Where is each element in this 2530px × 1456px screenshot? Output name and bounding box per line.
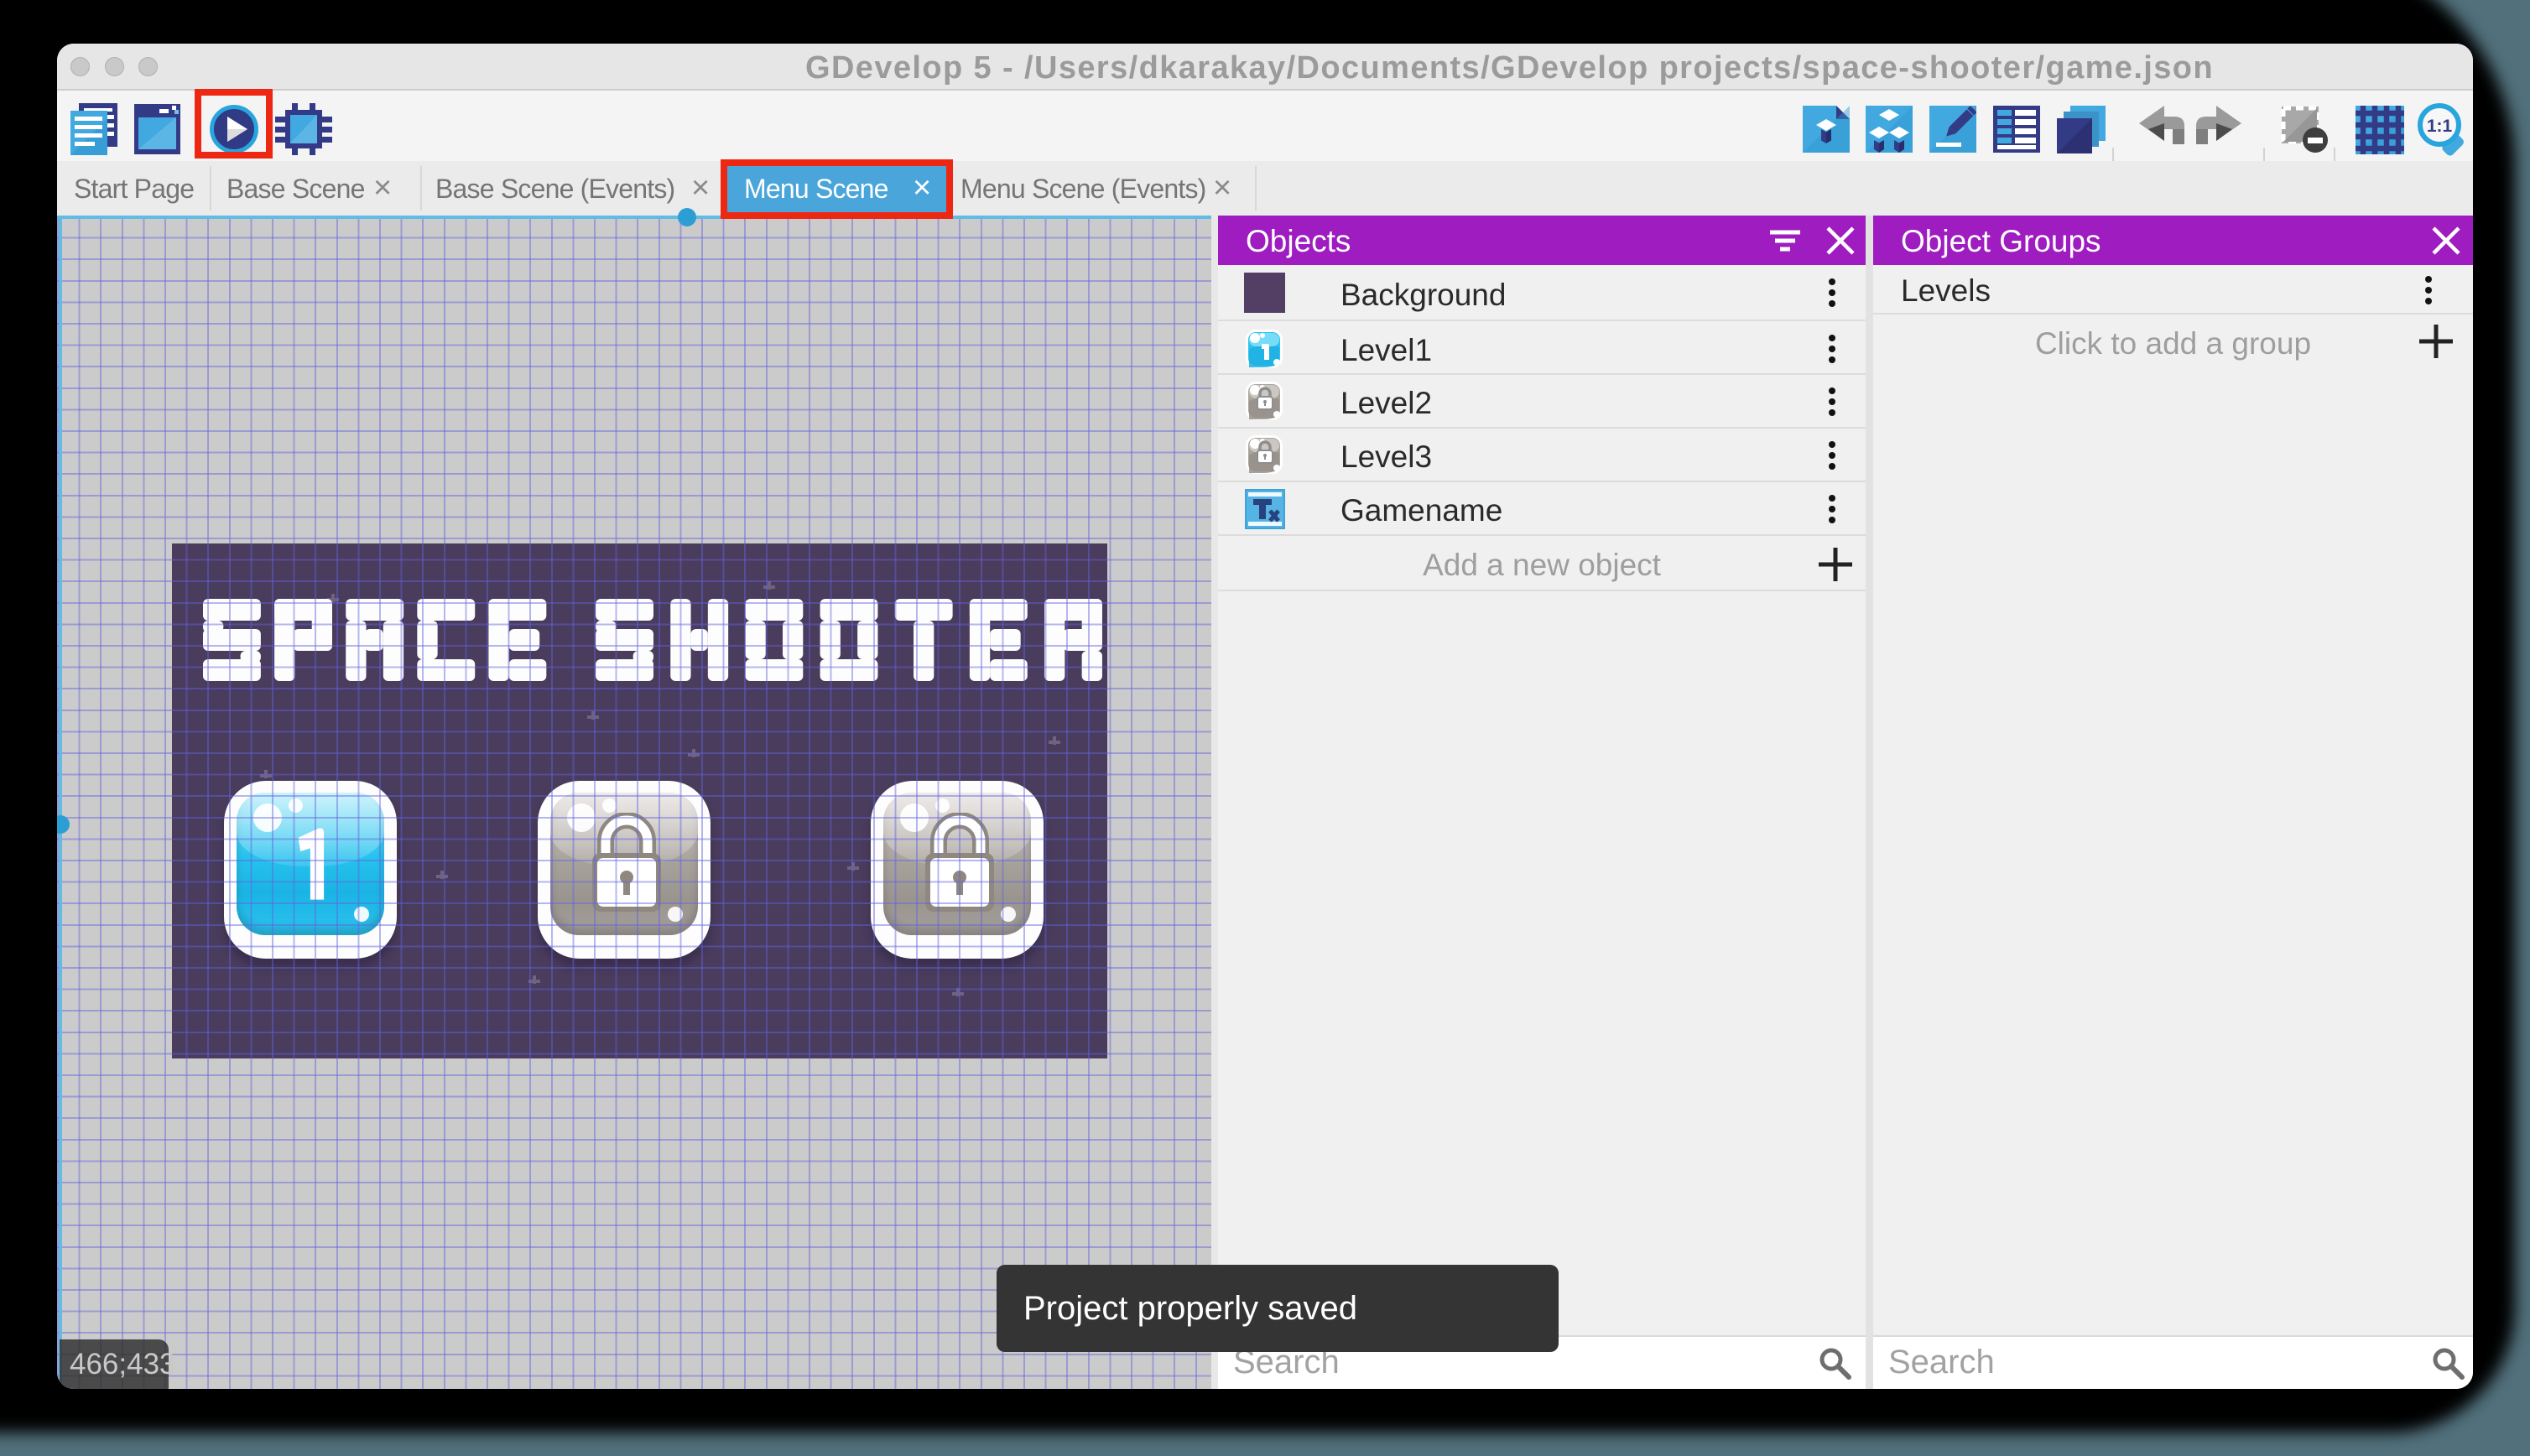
svg-text:1:1: 1:1 <box>2427 117 2453 136</box>
